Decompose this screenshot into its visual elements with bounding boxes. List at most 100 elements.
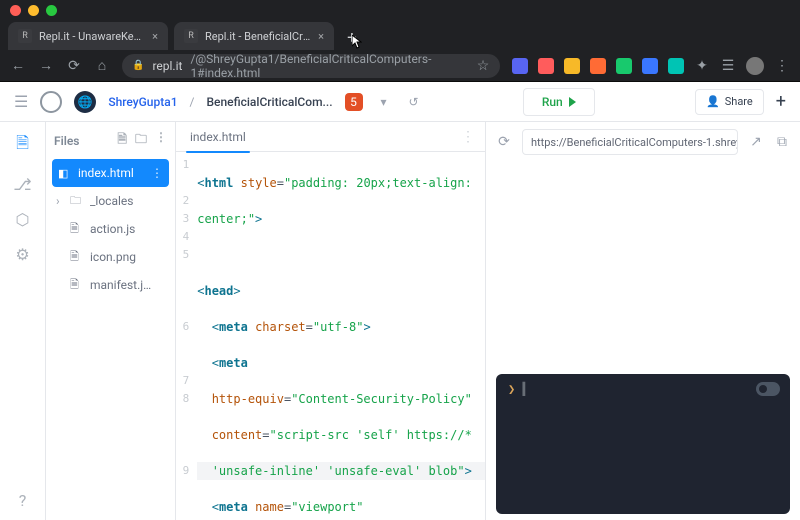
repo-avatar-icon[interactable]: 🌐 bbox=[74, 91, 96, 113]
editor-pane: index.html ⋮ 1234567891011121314 <html s… bbox=[176, 122, 486, 520]
play-icon bbox=[569, 97, 576, 107]
invite-plus-icon[interactable]: + bbox=[776, 91, 786, 112]
url-path: /@ShreyGupta1/BeneficialCriticalComputer… bbox=[190, 52, 460, 80]
file-row[interactable]: 🗎 action.js bbox=[46, 215, 175, 243]
new-file-icon[interactable]: 🗎 bbox=[117, 130, 127, 151]
home-icon[interactable]: ⌂ bbox=[94, 57, 110, 74]
code-editor[interactable]: 1234567891011121314 <html style="padding… bbox=[176, 152, 485, 520]
kebab-menu-icon[interactable]: ⋮ bbox=[774, 58, 790, 74]
file-row-selected[interactable]: ◧ index.html ⋮ bbox=[52, 159, 169, 187]
favicon-icon: R bbox=[184, 29, 198, 43]
files-pane: Files 🗎 🗀 ⋮ ◧ index.html ⋮ › 🗀 _locales … bbox=[46, 122, 176, 520]
chevron-right-icon: › bbox=[56, 194, 62, 208]
favicon-icon: R bbox=[18, 29, 32, 43]
breadcrumb-repo[interactable]: BeneficialCriticalCom... bbox=[206, 95, 332, 109]
ide-header: ☰ 🌐 ShreyGupta1 / BeneficialCriticalCom.… bbox=[0, 82, 800, 122]
window-titlebar bbox=[0, 0, 800, 20]
extension-icon[interactable] bbox=[512, 58, 528, 74]
file-label: _locales bbox=[90, 194, 133, 208]
run-label: Run bbox=[542, 95, 563, 109]
help-rail-icon[interactable]: ? bbox=[19, 491, 27, 510]
close-tab-icon[interactable]: × bbox=[152, 30, 158, 43]
image-file-icon: 🗎 bbox=[70, 248, 82, 267]
preview-url-input[interactable]: https://BeneficialCriticalComputers-1.sh… bbox=[522, 129, 738, 155]
html5-badge-icon: 5 bbox=[345, 93, 363, 111]
back-icon[interactable]: ← bbox=[10, 57, 26, 74]
hamburger-icon[interactable]: ☰ bbox=[14, 92, 28, 111]
history-icon[interactable]: ↺ bbox=[405, 93, 423, 111]
profile-avatar[interactable] bbox=[746, 57, 764, 75]
run-button[interactable]: Run bbox=[523, 88, 595, 116]
extension-icon[interactable] bbox=[642, 58, 658, 74]
file-label: action.js bbox=[90, 222, 135, 236]
browser-tab[interactable]: R Repl.it - UnawareKeyApplets × bbox=[8, 22, 168, 50]
tab-title: Repl.it - UnawareKeyApplets bbox=[39, 30, 145, 43]
editor-tabs: index.html ⋮ bbox=[176, 122, 485, 152]
html-file-icon: ◧ bbox=[58, 167, 70, 180]
side-rail: 🗎 ⎇ ⬡ ⚙ ? bbox=[0, 122, 46, 520]
files-rail-icon[interactable]: 🗎 bbox=[16, 132, 29, 159]
tab-title: Repl.it - BeneficialCriticalCom… bbox=[205, 30, 311, 43]
close-tab-icon[interactable]: × bbox=[318, 30, 324, 43]
js-file-icon: 🗎 bbox=[70, 220, 82, 239]
star-icon[interactable]: ☆ bbox=[476, 58, 490, 74]
extension-icon[interactable] bbox=[564, 58, 580, 74]
preview-open-icon[interactable]: ↗ bbox=[748, 134, 764, 150]
window-min-button[interactable] bbox=[28, 5, 39, 16]
console-panel[interactable]: ❯ ▍ bbox=[496, 374, 790, 514]
extension-icon[interactable] bbox=[538, 58, 554, 74]
folder-icon: 🗀 bbox=[70, 192, 82, 211]
packages-rail-icon[interactable]: ⬡ bbox=[16, 210, 30, 229]
reading-list-icon[interactable]: ☰ bbox=[720, 58, 736, 74]
extensions-row: ✦ ☰ ⋮ bbox=[512, 57, 790, 75]
lock-icon: 🔒 bbox=[132, 60, 144, 71]
extension-icon[interactable] bbox=[616, 58, 632, 74]
files-kebab-icon[interactable]: ⋮ bbox=[155, 130, 167, 151]
extensions-puzzle-icon[interactable]: ✦ bbox=[694, 58, 710, 74]
new-tab-button[interactable]: + bbox=[340, 26, 364, 50]
new-folder-icon[interactable]: 🗀 bbox=[135, 130, 147, 151]
console-cursor: ▍ bbox=[522, 382, 529, 396]
mouse-cursor-icon bbox=[352, 34, 362, 48]
preview-reload-icon[interactable]: ⟳ bbox=[496, 134, 512, 150]
url-bar[interactable]: 🔒 repl.it /@ShreyGupta1/BeneficialCritica… bbox=[122, 54, 500, 78]
editor-tab-menu-icon[interactable]: ⋮ bbox=[461, 129, 475, 145]
window-close-button[interactable] bbox=[10, 5, 21, 16]
preview-copy-icon[interactable]: ⧉ bbox=[774, 134, 790, 150]
browser-toolbar: ← → ⟳ ⌂ 🔒 repl.it /@ShreyGupta1/Beneficia… bbox=[0, 50, 800, 82]
settings-rail-icon[interactable]: ⚙ bbox=[15, 245, 29, 264]
preview-viewport[interactable] bbox=[496, 164, 790, 366]
dropdown-icon[interactable]: ▾ bbox=[375, 93, 393, 111]
file-row[interactable]: › 🗀 _locales bbox=[46, 187, 175, 215]
file-label: manifest.j… bbox=[90, 278, 151, 292]
window-max-button[interactable] bbox=[46, 5, 57, 16]
files-title: Files bbox=[54, 134, 79, 148]
breadcrumb-sep: / bbox=[190, 95, 195, 109]
share-label: Share bbox=[725, 95, 753, 108]
share-button[interactable]: 👤 Share bbox=[695, 89, 764, 115]
console-toggle-icon[interactable] bbox=[756, 382, 780, 396]
console-prompt: ❯ bbox=[508, 382, 515, 396]
file-row[interactable]: 🗎 icon.png bbox=[46, 243, 175, 271]
json-file-icon: 🗎 bbox=[70, 276, 82, 295]
file-label: icon.png bbox=[90, 250, 136, 264]
forward-icon[interactable]: → bbox=[38, 57, 54, 74]
extension-icon[interactable] bbox=[668, 58, 684, 74]
file-row[interactable]: 🗎 manifest.j… bbox=[46, 271, 175, 299]
file-kebab-icon[interactable]: ⋮ bbox=[151, 166, 163, 180]
reload-icon[interactable]: ⟳ bbox=[66, 58, 82, 74]
preview-toolbar: ⟳ https://BeneficialCriticalComputers-1.… bbox=[496, 128, 790, 156]
person-icon: 👤 bbox=[706, 95, 720, 108]
breadcrumb-user[interactable]: ShreyGupta1 bbox=[108, 95, 177, 109]
vcs-rail-icon[interactable]: ⎇ bbox=[13, 175, 31, 194]
file-label: index.html bbox=[78, 166, 134, 180]
code-content: <html style="padding: 20px;text-align: c… bbox=[197, 152, 485, 520]
ide-root: ☰ 🌐 ShreyGupta1 / BeneficialCriticalCom.… bbox=[0, 82, 800, 520]
extension-icon[interactable] bbox=[590, 58, 606, 74]
editor-tab-active[interactable]: index.html bbox=[186, 122, 250, 152]
url-host: repl.it bbox=[152, 59, 182, 73]
replit-logo-icon[interactable] bbox=[40, 91, 62, 113]
browser-tab-active[interactable]: R Repl.it - BeneficialCriticalCom… × bbox=[174, 22, 334, 50]
line-gutter: 1234567891011121314 bbox=[176, 152, 197, 520]
preview-pane: ⟳ https://BeneficialCriticalComputers-1.… bbox=[486, 122, 800, 520]
